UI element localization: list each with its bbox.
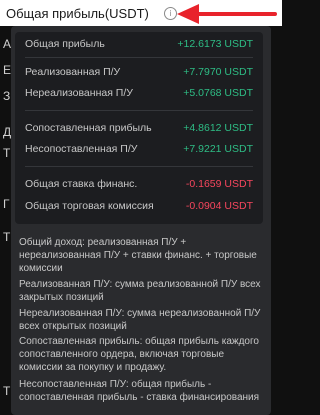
row-value: +4.8612 USDT [183,122,253,134]
background-text: Е [3,63,12,77]
row-label: Сопоставленная прибыль [25,122,152,134]
row-value: +7.7970 USDT [183,66,253,78]
divider [25,110,253,111]
background-text: Д [3,125,12,139]
row-label: Общая торговая комиссия [25,200,154,212]
unmatched-pnl-row: Несопоставленная П/У +7.9221 USDT [25,143,253,157]
background-text: Т [3,384,11,398]
description-realized: Реализованная П/У: сумма реализованной П… [19,279,261,303]
description-matched: Сопоставленная прибыль: общая прибыль ка… [19,336,259,373]
matched-profit-row: Сопоставленная прибыль +4.8612 USDT [25,122,253,136]
background-text: Т [3,230,11,244]
profit-tooltip: Общая прибыль +12.6173 USDT Реализованна… [11,26,271,415]
trading-fee-row: Общая торговая комиссия -0.0904 USDT [25,200,253,214]
row-value: +12.6173 USDT [177,38,253,50]
background-text: Г [3,197,10,211]
row-value: -0.0904 USDT [185,200,253,212]
realized-pnl-row: Реализованная П/У +7.7970 USDT [25,66,253,80]
background-text: З [3,89,11,103]
row-value: -0.1659 USDT [185,178,253,190]
row-label: Общая прибыль [25,38,105,50]
description-unmatched: Несопоставленная П/У: общая прибыль - со… [19,379,260,403]
row-label: Нереализованная П/У [25,87,133,99]
unrealized-pnl-row: Нереализованная П/У +5.0768 USDT [25,87,253,101]
arrow-left-icon [177,4,277,24]
row-label: Общая ставка финанс. [25,178,138,190]
divider [25,57,253,58]
profit-breakdown-card: Общая прибыль +12.6173 USDT Реализованна… [15,32,263,224]
row-label: Несопоставленная П/У [25,143,138,155]
page-header: Общая прибыль(USDT) i [0,0,282,26]
description-total-income: Общий доход: реализованная П/У + нереали… [19,237,257,274]
row-value: +7.9221 USDT [183,143,253,155]
background-text: А [3,37,12,51]
background-text: Т [3,146,11,160]
funding-rate-row: Общая ставка финанс. -0.1659 USDT [25,178,253,192]
divider [25,166,253,167]
row-label: Реализованная П/У [25,66,121,78]
total-profit-title: Общая прибыль(USDT) [6,6,149,21]
row-value: +5.0768 USDT [183,87,253,99]
total-profit-row: Общая прибыль +12.6173 USDT [25,38,253,52]
description-unrealized: Нереализованная П/У: сумма нереализованн… [19,308,261,332]
